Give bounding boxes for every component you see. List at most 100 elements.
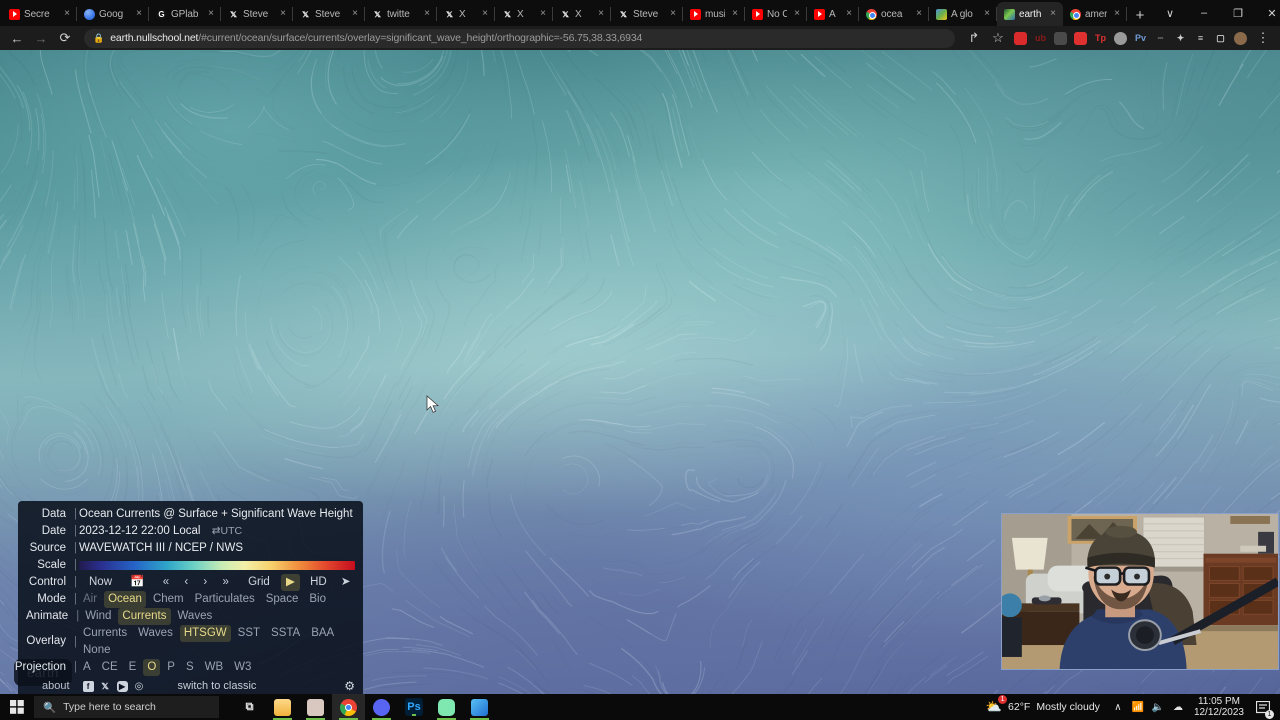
projection-option-wb[interactable]: WB [201,659,228,676]
address-bar[interactable]: 🔒 earth.nullschool.net/#current/ocean/su… [84,28,955,48]
tab-close-button[interactable]: × [1047,8,1059,20]
overlay-option-ssta[interactable]: SSTA [267,625,304,642]
browser-tab[interactable]: A glo × [929,2,997,26]
overlay-option-baa[interactable]: BAA [307,625,338,642]
tab-search-button[interactable]: ∨ [1153,0,1187,26]
now-button[interactable]: Now [85,574,116,591]
tab-close-button[interactable]: × [277,8,289,20]
x-twitter-icon[interactable]: 𝕩 [97,680,114,694]
tab-close-button[interactable]: × [349,8,361,20]
animate-option-wind[interactable]: Wind [81,608,115,625]
animate-option-currents[interactable]: Currents [118,608,171,625]
tab-close-button[interactable]: × [791,8,803,20]
browser-tab[interactable]: ocea × [859,2,929,26]
browser-menu-button[interactable]: ⋮ [1252,28,1274,48]
red-square-extension[interactable] [1071,29,1090,48]
instagram-icon[interactable]: ◎ [131,680,148,694]
tp-extension[interactable]: Tp [1091,29,1110,48]
projection-option-ce[interactable]: CE [98,659,122,676]
tab-close-button[interactable]: × [981,8,993,20]
bi-extension[interactable]: ┅ [1151,29,1170,48]
file-explorer-icon[interactable] [266,694,299,720]
navigate-icon[interactable]: ➤ [338,574,354,591]
discord-icon[interactable] [365,694,398,720]
tray-expand-chevron-icon[interactable]: ∧ [1108,694,1128,720]
tab-close-button[interactable]: × [205,8,217,20]
maximize-button[interactable]: ❐ [1221,0,1255,26]
youtube-icon[interactable]: ▶ [114,680,131,694]
pocket-extension[interactable] [1011,29,1030,48]
projection-option-e[interactable]: E [125,659,141,676]
overlay-option-none[interactable]: None [79,642,115,659]
projection-option-w3[interactable]: W3 [230,659,255,676]
about-link[interactable]: about [26,678,80,694]
browser-tab[interactable]: 𝕩 twitte × [365,2,437,26]
step-forward-fast-button[interactable]: » [219,574,231,591]
taskbar-search-input[interactable]: 🔍 Type here to search [34,696,219,718]
chrome-icon[interactable] [332,694,365,720]
play-icon[interactable]: ▶ [281,574,300,591]
color-scale-bar[interactable] [79,561,355,570]
grid-toggle[interactable]: Grid [244,574,274,591]
projection-option-s[interactable]: S [182,659,198,676]
forward-button[interactable]: → [30,28,52,48]
tab-close-button[interactable]: × [843,8,855,20]
overlay-option-sst[interactable]: SST [234,625,264,642]
source-value[interactable]: WAVEWATCH III / NCEP / NWS [79,540,355,557]
projection-option-p[interactable]: P [163,659,179,676]
tab-close-button[interactable]: × [729,8,741,20]
browser-tab[interactable]: 𝕩 Steve × [221,2,293,26]
back-button[interactable]: ← [6,28,28,48]
tab-close-button[interactable]: × [61,8,73,20]
puzzle-extensions-icon[interactable]: ✦ [1171,29,1190,48]
taskbar-clock[interactable]: 11:05 PM 12/12/2023 [1188,696,1250,718]
tab-close-button[interactable]: × [421,8,433,20]
sidepanel-icon[interactable]: ▢ [1211,29,1230,48]
earth-map-viewport[interactable]: earth Data | Ocean Currents @ Surface + … [0,50,1280,694]
browser-tab[interactable]: earth × [997,2,1063,26]
tab-close-button[interactable]: × [479,8,491,20]
browser-tab[interactable]: 𝕩 Steve × [293,2,365,26]
mode-option-air[interactable]: Air [79,591,101,608]
ublock-extension[interactable]: ub [1031,29,1050,48]
paint-icon[interactable] [299,694,332,720]
mode-option-chem[interactable]: Chem [149,591,188,608]
bookmark-star-icon[interactable]: ☆ [987,28,1009,48]
browser-tab[interactable]: Goog × [77,2,149,26]
browser-tab[interactable]: 𝕩 Steve × [611,2,683,26]
tab-close-button[interactable]: × [537,8,549,20]
tab-close-button[interactable]: × [1111,8,1123,20]
browser-tab[interactable]: A × [807,2,859,26]
overlay-option-waves[interactable]: Waves [134,625,177,642]
close-window-button[interactable]: ✕ [1255,0,1280,26]
onedrive-icon[interactable]: ☁ [1168,694,1188,720]
reload-button[interactable]: ⟳ [54,28,76,48]
webcam-overlay[interactable] [1001,513,1279,670]
weather-widget[interactable]: ⛅ 1 62°F Mostly cloudy [978,695,1108,715]
browser-tab[interactable]: Secre × [2,2,77,26]
tab-close-button[interactable]: × [133,8,145,20]
browser-tab[interactable]: musi × [683,2,745,26]
gear-icon[interactable]: ⚙ [344,678,355,694]
browser-tab[interactable]: amer × [1063,2,1127,26]
utc-toggle[interactable]: ⇄UTC [212,525,242,537]
overlay-option-htsgw[interactable]: HTSGW [179,625,231,642]
mode-option-particulates[interactable]: Particulates [191,591,259,608]
projection-option-a[interactable]: A [79,659,95,676]
browser-tab[interactable]: 𝕩 X × [495,2,553,26]
tab-close-button[interactable]: × [595,8,607,20]
grey-circle-extension[interactable] [1111,29,1130,48]
photoshop-icon[interactable]: Ps [405,698,423,716]
tab-close-button[interactable]: × [667,8,679,20]
notification-icon[interactable]: 1 [1250,694,1276,720]
photos-icon[interactable] [463,694,496,720]
calendar-icon[interactable]: 📅 [127,574,147,591]
volume-icon[interactable]: 🔈 [1148,694,1168,720]
hd-toggle[interactable]: HD [306,574,331,591]
facebook-icon[interactable]: f [80,680,97,694]
windows-start-icon[interactable] [0,694,34,720]
mode-option-ocean[interactable]: Ocean [104,591,146,608]
overlay-option-currents[interactable]: Currents [79,625,131,642]
wifi-icon[interactable]: 📶 [1128,694,1148,720]
pv-extension[interactable]: Pv [1131,29,1150,48]
